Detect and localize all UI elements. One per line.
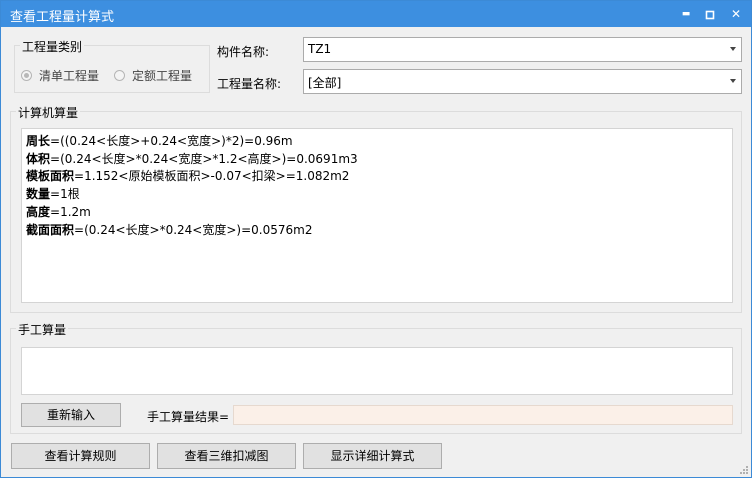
- view-3d-deduction-button[interactable]: 查看三维扣减图: [157, 443, 296, 469]
- calc-quantity-name: 截面面积: [26, 222, 75, 237]
- category-group-title: 工程量类别: [20, 38, 85, 55]
- dialog-window: 查看工程量计算式 ▬ ✕ 工程量类别 清单工程量 定额工程量 构件名称: TZ1…: [0, 0, 752, 478]
- component-name-label: 构件名称:: [217, 45, 270, 59]
- chevron-down-icon: [730, 79, 736, 83]
- calc-line: 高度=1.2m: [26, 204, 732, 222]
- category-group: 工程量类别 清单工程量 定额工程量: [14, 38, 210, 93]
- radio-quota-quantity[interactable]: 定额工程量: [114, 67, 192, 84]
- manual-result-label: 手工算量结果=: [147, 410, 230, 424]
- calc-line: 数量=1根: [26, 186, 732, 204]
- calc-expression: =1.2m: [50, 204, 91, 219]
- manual-result-field[interactable]: [233, 405, 733, 425]
- calc-lines: 周长=((0.24<长度>+0.24<宽度>)*2)=0.96m 体积=(0.24…: [26, 133, 732, 239]
- calc-quantity-name: 体积: [26, 151, 51, 166]
- calc-quantity-name: 数量: [26, 187, 51, 202]
- window-title: 查看工程量计算式: [10, 10, 115, 25]
- calc-line: 截面面积=(0.24<长度>*0.24<宽度>)=0.0576m2: [26, 222, 732, 240]
- radio-bill-quantity[interactable]: 清单工程量: [21, 67, 99, 84]
- close-icon[interactable]: ✕: [721, 1, 751, 27]
- quantity-name-select[interactable]: [全部]: [303, 69, 742, 94]
- calc-quantity-name: 高度: [26, 204, 51, 219]
- calc-expression: =1根: [50, 187, 80, 202]
- chevron-down-icon: [730, 47, 736, 51]
- manual-calc-input[interactable]: [21, 347, 733, 395]
- show-detail-formula-button[interactable]: 显示详细计算式: [303, 443, 442, 469]
- calc-expression: =(0.24<长度>*0.24<宽度>)=0.0576m2: [74, 222, 313, 237]
- resize-grip-icon[interactable]: [739, 465, 749, 475]
- quantity-name-label: 工程量名称:: [217, 77, 282, 91]
- component-name-select[interactable]: TZ1: [303, 37, 742, 62]
- calc-line: 模板面积=1.152<原始模板面积>-0.07<扣梁>=1.082m2: [26, 168, 732, 186]
- computer-calc-text[interactable]: 周长=((0.24<长度>+0.24<宽度>)*2)=0.96m 体积=(0.24…: [21, 128, 733, 303]
- calc-line: 体积=(0.24<长度>*0.24<宽度>*1.2<高度>)=0.0691m3: [26, 151, 732, 169]
- computer-calc-title: 计算机算量: [16, 104, 81, 121]
- calc-quantity-name: 模板面积: [26, 169, 75, 184]
- radio-unchecked-icon: [114, 70, 125, 81]
- radio-bill-quantity-label: 清单工程量: [39, 69, 100, 83]
- component-name-value: TZ1: [308, 42, 332, 56]
- calc-expression: =(0.24<长度>*0.24<宽度>*1.2<高度>)=0.0691m3: [50, 151, 358, 166]
- title-bar[interactable]: 查看工程量计算式 ▬ ✕: [1, 1, 751, 27]
- radio-checked-icon: [21, 70, 32, 81]
- calc-expression: =1.152<原始模板面积>-0.07<扣梁>=1.082m2: [74, 169, 350, 184]
- radio-quota-quantity-label: 定额工程量: [132, 69, 193, 83]
- calc-line: 周长=((0.24<长度>+0.24<宽度>)*2)=0.96m: [26, 133, 732, 151]
- reenter-button[interactable]: 重新输入: [21, 403, 121, 427]
- view-rules-button[interactable]: 查看计算规则: [11, 443, 150, 469]
- quantity-name-value: [全部]: [308, 76, 342, 90]
- calc-expression: =((0.24<长度>+0.24<宽度>)*2)=0.96m: [50, 134, 293, 148]
- calc-quantity-name: 周长: [26, 134, 51, 148]
- manual-calc-title: 手工算量: [16, 321, 69, 338]
